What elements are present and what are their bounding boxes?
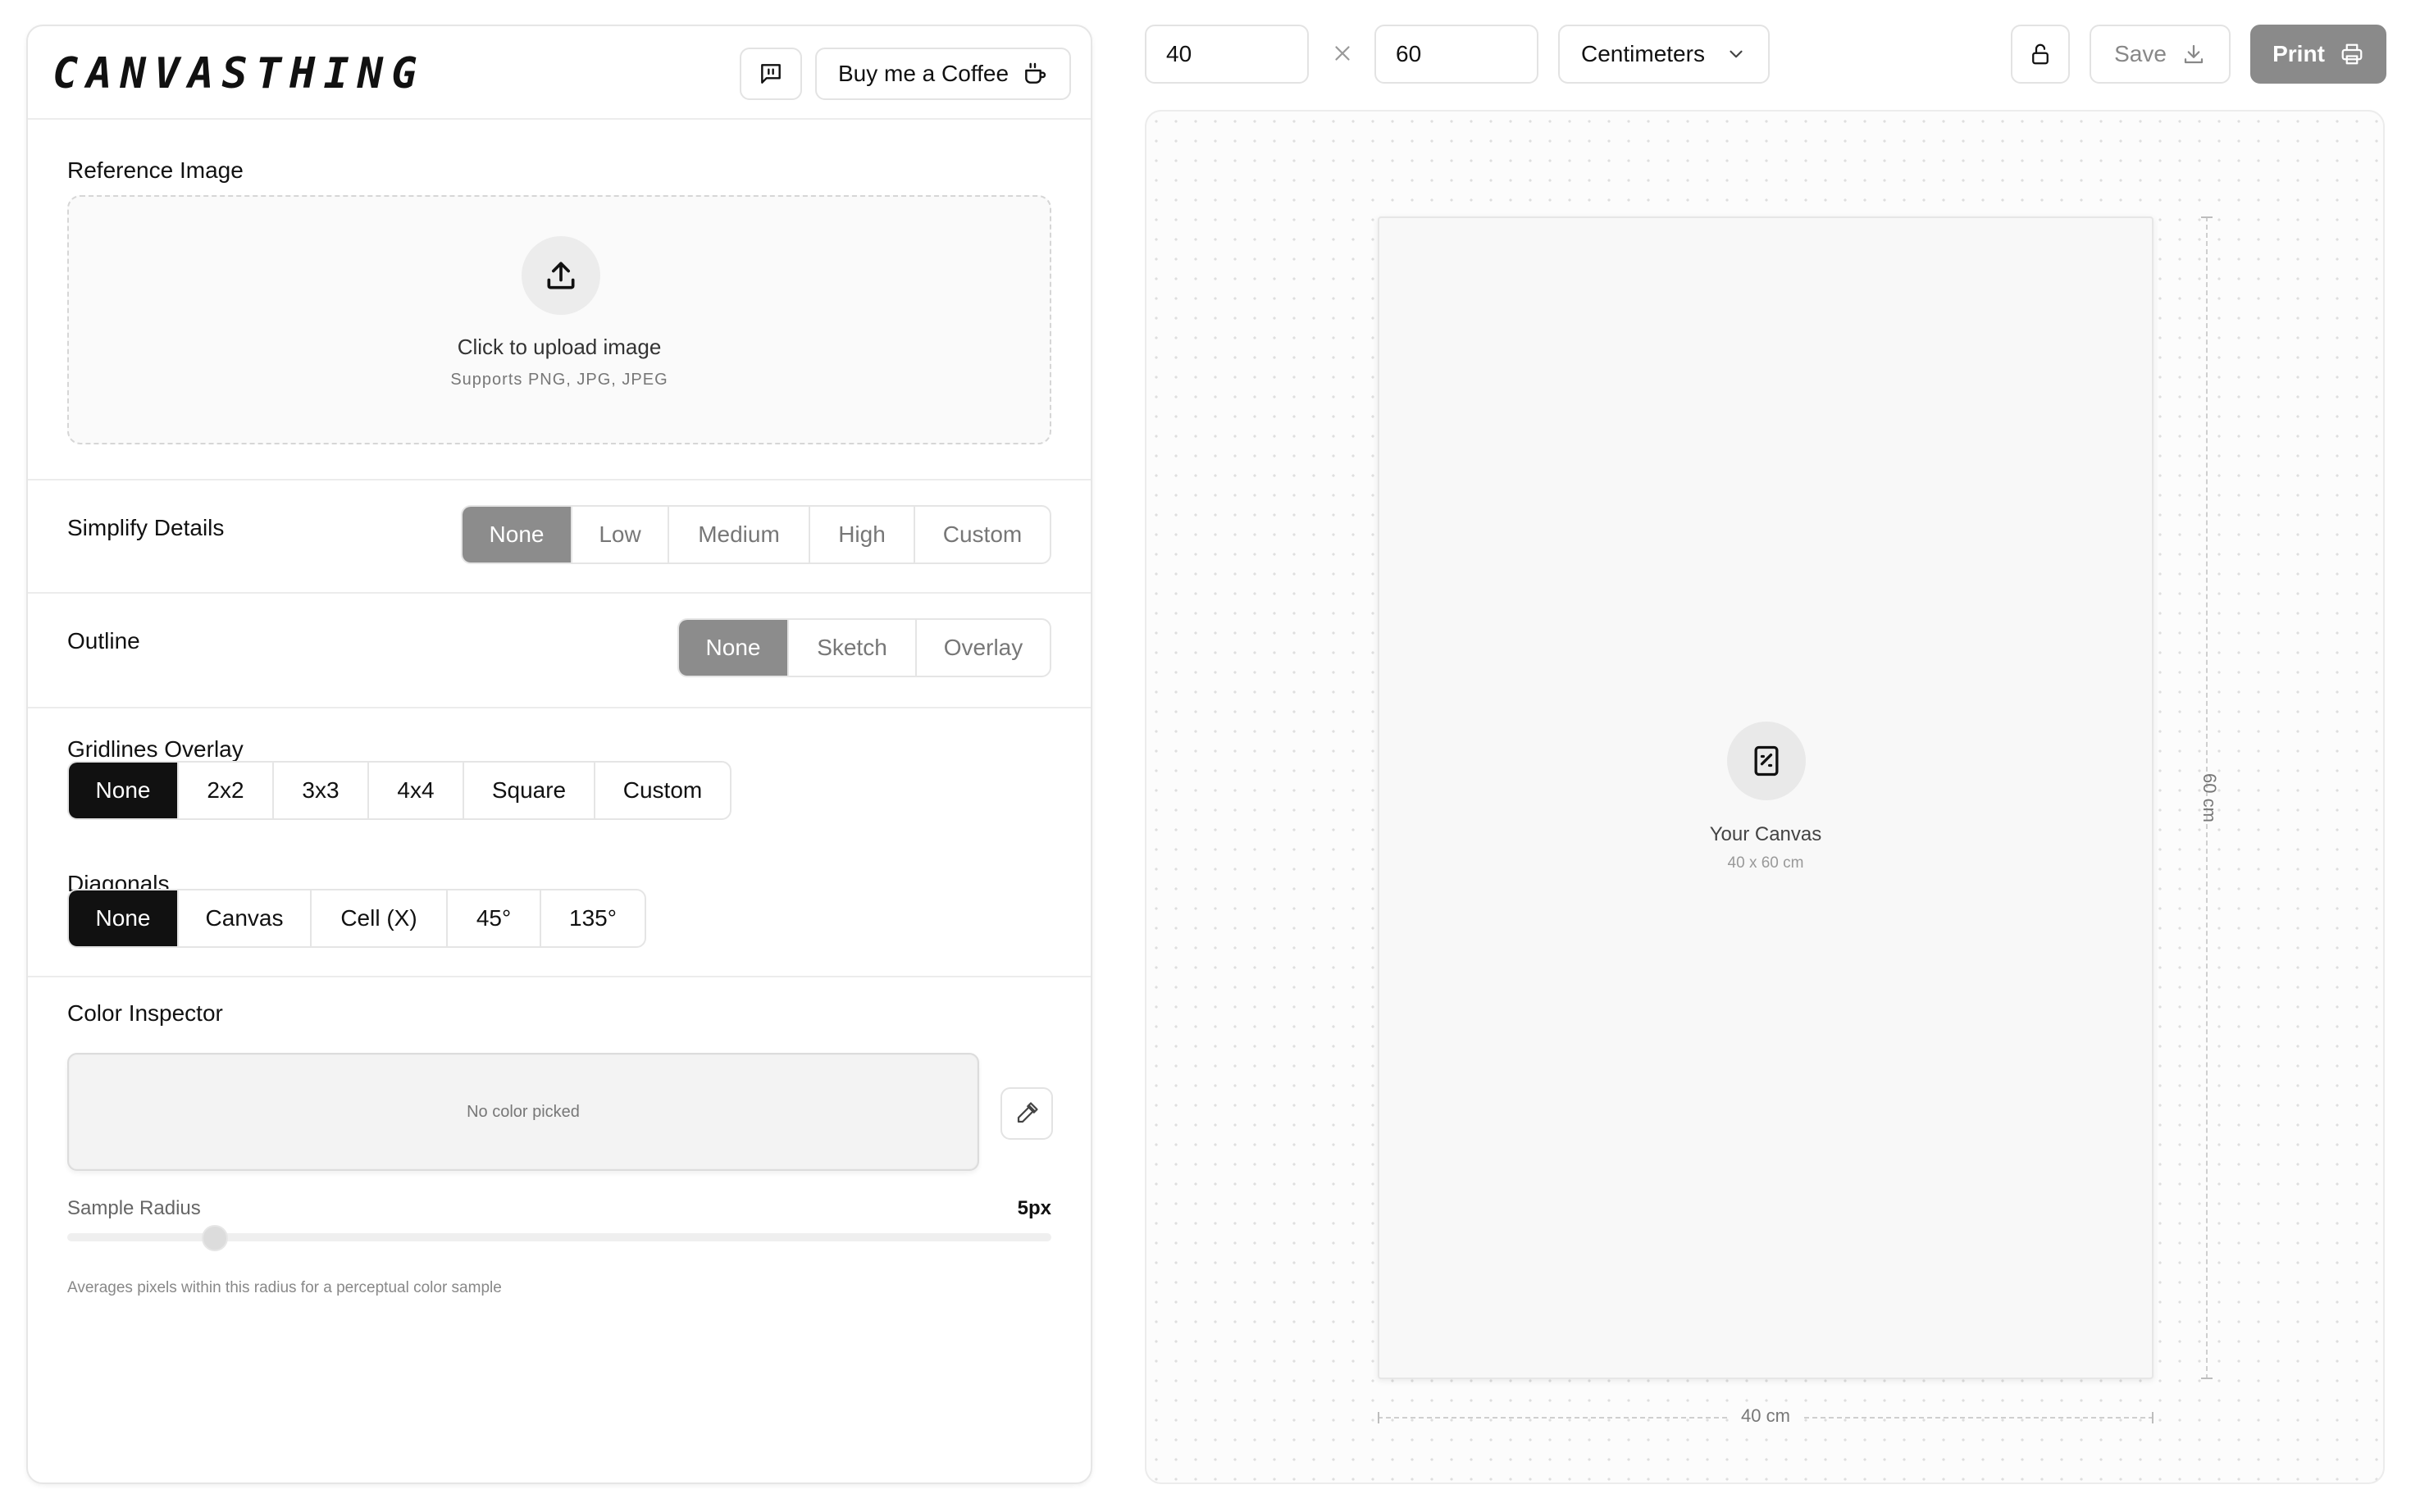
simplify-option-high[interactable]: High	[810, 507, 915, 562]
unit-select-value: Centimeters	[1581, 41, 1705, 66]
eyedropper-icon	[1014, 1101, 1039, 1126]
save-label: Save	[2114, 41, 2167, 66]
eyedropper-button[interactable]	[1000, 1087, 1053, 1140]
outline-option-none[interactable]: None	[679, 620, 789, 676]
gridlines-option-2x2[interactable]: 2x2	[179, 763, 274, 818]
simplify-option-low[interactable]: Low	[572, 507, 669, 562]
lock-aspect-button[interactable]	[2011, 25, 2070, 84]
gridlines-option-none[interactable]: None	[69, 763, 179, 818]
gridlines-option-square[interactable]: Square	[464, 763, 595, 818]
canvas-title: Your Canvas	[1709, 823, 1822, 845]
simplify-segmented: None Low Medium High Custom	[461, 505, 1051, 564]
simplify-label: Simplify Details	[67, 515, 225, 540]
diagonals-segmented: None Canvas Cell (X) 45° 135°	[67, 889, 646, 948]
sample-radius-value: 5px	[1017, 1197, 1051, 1219]
diagonals-option-cell[interactable]: Cell (X)	[312, 890, 448, 946]
height-dimension-label: 60 cm	[2199, 773, 2220, 822]
unlock-icon	[2028, 42, 2053, 66]
unit-select[interactable]: Centimeters	[1558, 25, 1770, 84]
sample-radius-hint: Averages pixels within this radius for a…	[67, 1279, 502, 1296]
divider	[28, 976, 1091, 977]
divider	[28, 592, 1091, 594]
app-logo: CANVASTHING	[52, 49, 426, 98]
message-icon	[758, 61, 784, 87]
buy-coffee-button[interactable]: Buy me a Coffee	[815, 48, 1071, 100]
simplify-option-custom[interactable]: Custom	[915, 507, 1050, 562]
multiply-icon	[1330, 41, 1355, 66]
diagonals-option-45[interactable]: 45°	[448, 890, 541, 946]
panel-header: CANVASTHING Buy me a Coffee	[28, 26, 1091, 120]
upload-title: Click to upload image	[457, 335, 662, 359]
upload-icon-circle	[522, 236, 600, 315]
color-inspector-label: Color Inspector	[67, 1000, 223, 1026]
sample-radius-label: Sample Radius	[67, 1197, 201, 1219]
color-preview: No color picked	[67, 1053, 979, 1171]
gridlines-option-custom[interactable]: Custom	[595, 763, 730, 818]
canvas-size-text: 40 x 60 cm	[1727, 854, 1804, 872]
settings-panel: CANVASTHING Buy me a Coffee Reference Im…	[26, 25, 1092, 1484]
buy-coffee-label: Buy me a Coffee	[837, 61, 1010, 86]
gridlines-label: Gridlines Overlay	[67, 736, 244, 762]
print-label: Print	[2272, 41, 2325, 66]
width-input[interactable]	[1145, 25, 1309, 84]
upload-dropzone[interactable]: Click to upload image Supports PNG, JPG,…	[67, 195, 1051, 444]
outline-option-sketch[interactable]: Sketch	[789, 620, 917, 676]
height-dimension-tick	[2201, 1378, 2213, 1379]
gridlines-segmented: None 2x2 3x3 4x4 Square Custom	[67, 761, 732, 820]
diagonals-option-135[interactable]: 135°	[541, 890, 645, 946]
reference-image-label: Reference Image	[67, 157, 244, 183]
upload-formats: Supports PNG, JPG, JPEG	[450, 371, 668, 389]
printer-icon	[2340, 42, 2364, 66]
sample-radius-thumb[interactable]	[202, 1225, 228, 1251]
no-color-text: No color picked	[467, 1102, 580, 1121]
width-dimension-tick	[2152, 1412, 2153, 1423]
download-icon	[2181, 42, 2206, 66]
width-dimension-tick	[1378, 1412, 1379, 1423]
diagonals-option-none[interactable]: None	[69, 890, 179, 946]
save-button[interactable]: Save	[2090, 25, 2231, 84]
chevron-down-icon	[1725, 43, 1747, 65]
print-button[interactable]: Print	[2250, 25, 2386, 84]
width-dimension-label: 40 cm	[1729, 1405, 1803, 1427]
upload-icon	[543, 257, 579, 294]
height-input[interactable]	[1374, 25, 1538, 84]
gridlines-option-4x4[interactable]: 4x4	[369, 763, 464, 818]
outline-label: Outline	[67, 628, 140, 654]
divider	[28, 707, 1091, 708]
simplify-option-none[interactable]: None	[463, 507, 572, 562]
canvas-icon	[1748, 743, 1784, 779]
gridlines-option-3x3[interactable]: 3x3	[274, 763, 369, 818]
feedback-button[interactable]	[740, 48, 802, 100]
outline-segmented: None Sketch Overlay	[677, 618, 1051, 677]
coffee-icon	[1022, 61, 1048, 87]
diagonals-option-canvas[interactable]: Canvas	[179, 890, 312, 946]
divider	[28, 479, 1091, 480]
simplify-option-medium[interactable]: Medium	[669, 507, 810, 562]
canvas-sheet[interactable]: Your Canvas 40 x 60 cm	[1378, 216, 2153, 1379]
height-dimension-tick	[2201, 216, 2213, 218]
outline-option-overlay[interactable]: Overlay	[917, 620, 1050, 676]
canvas-icon-circle	[1727, 722, 1806, 800]
